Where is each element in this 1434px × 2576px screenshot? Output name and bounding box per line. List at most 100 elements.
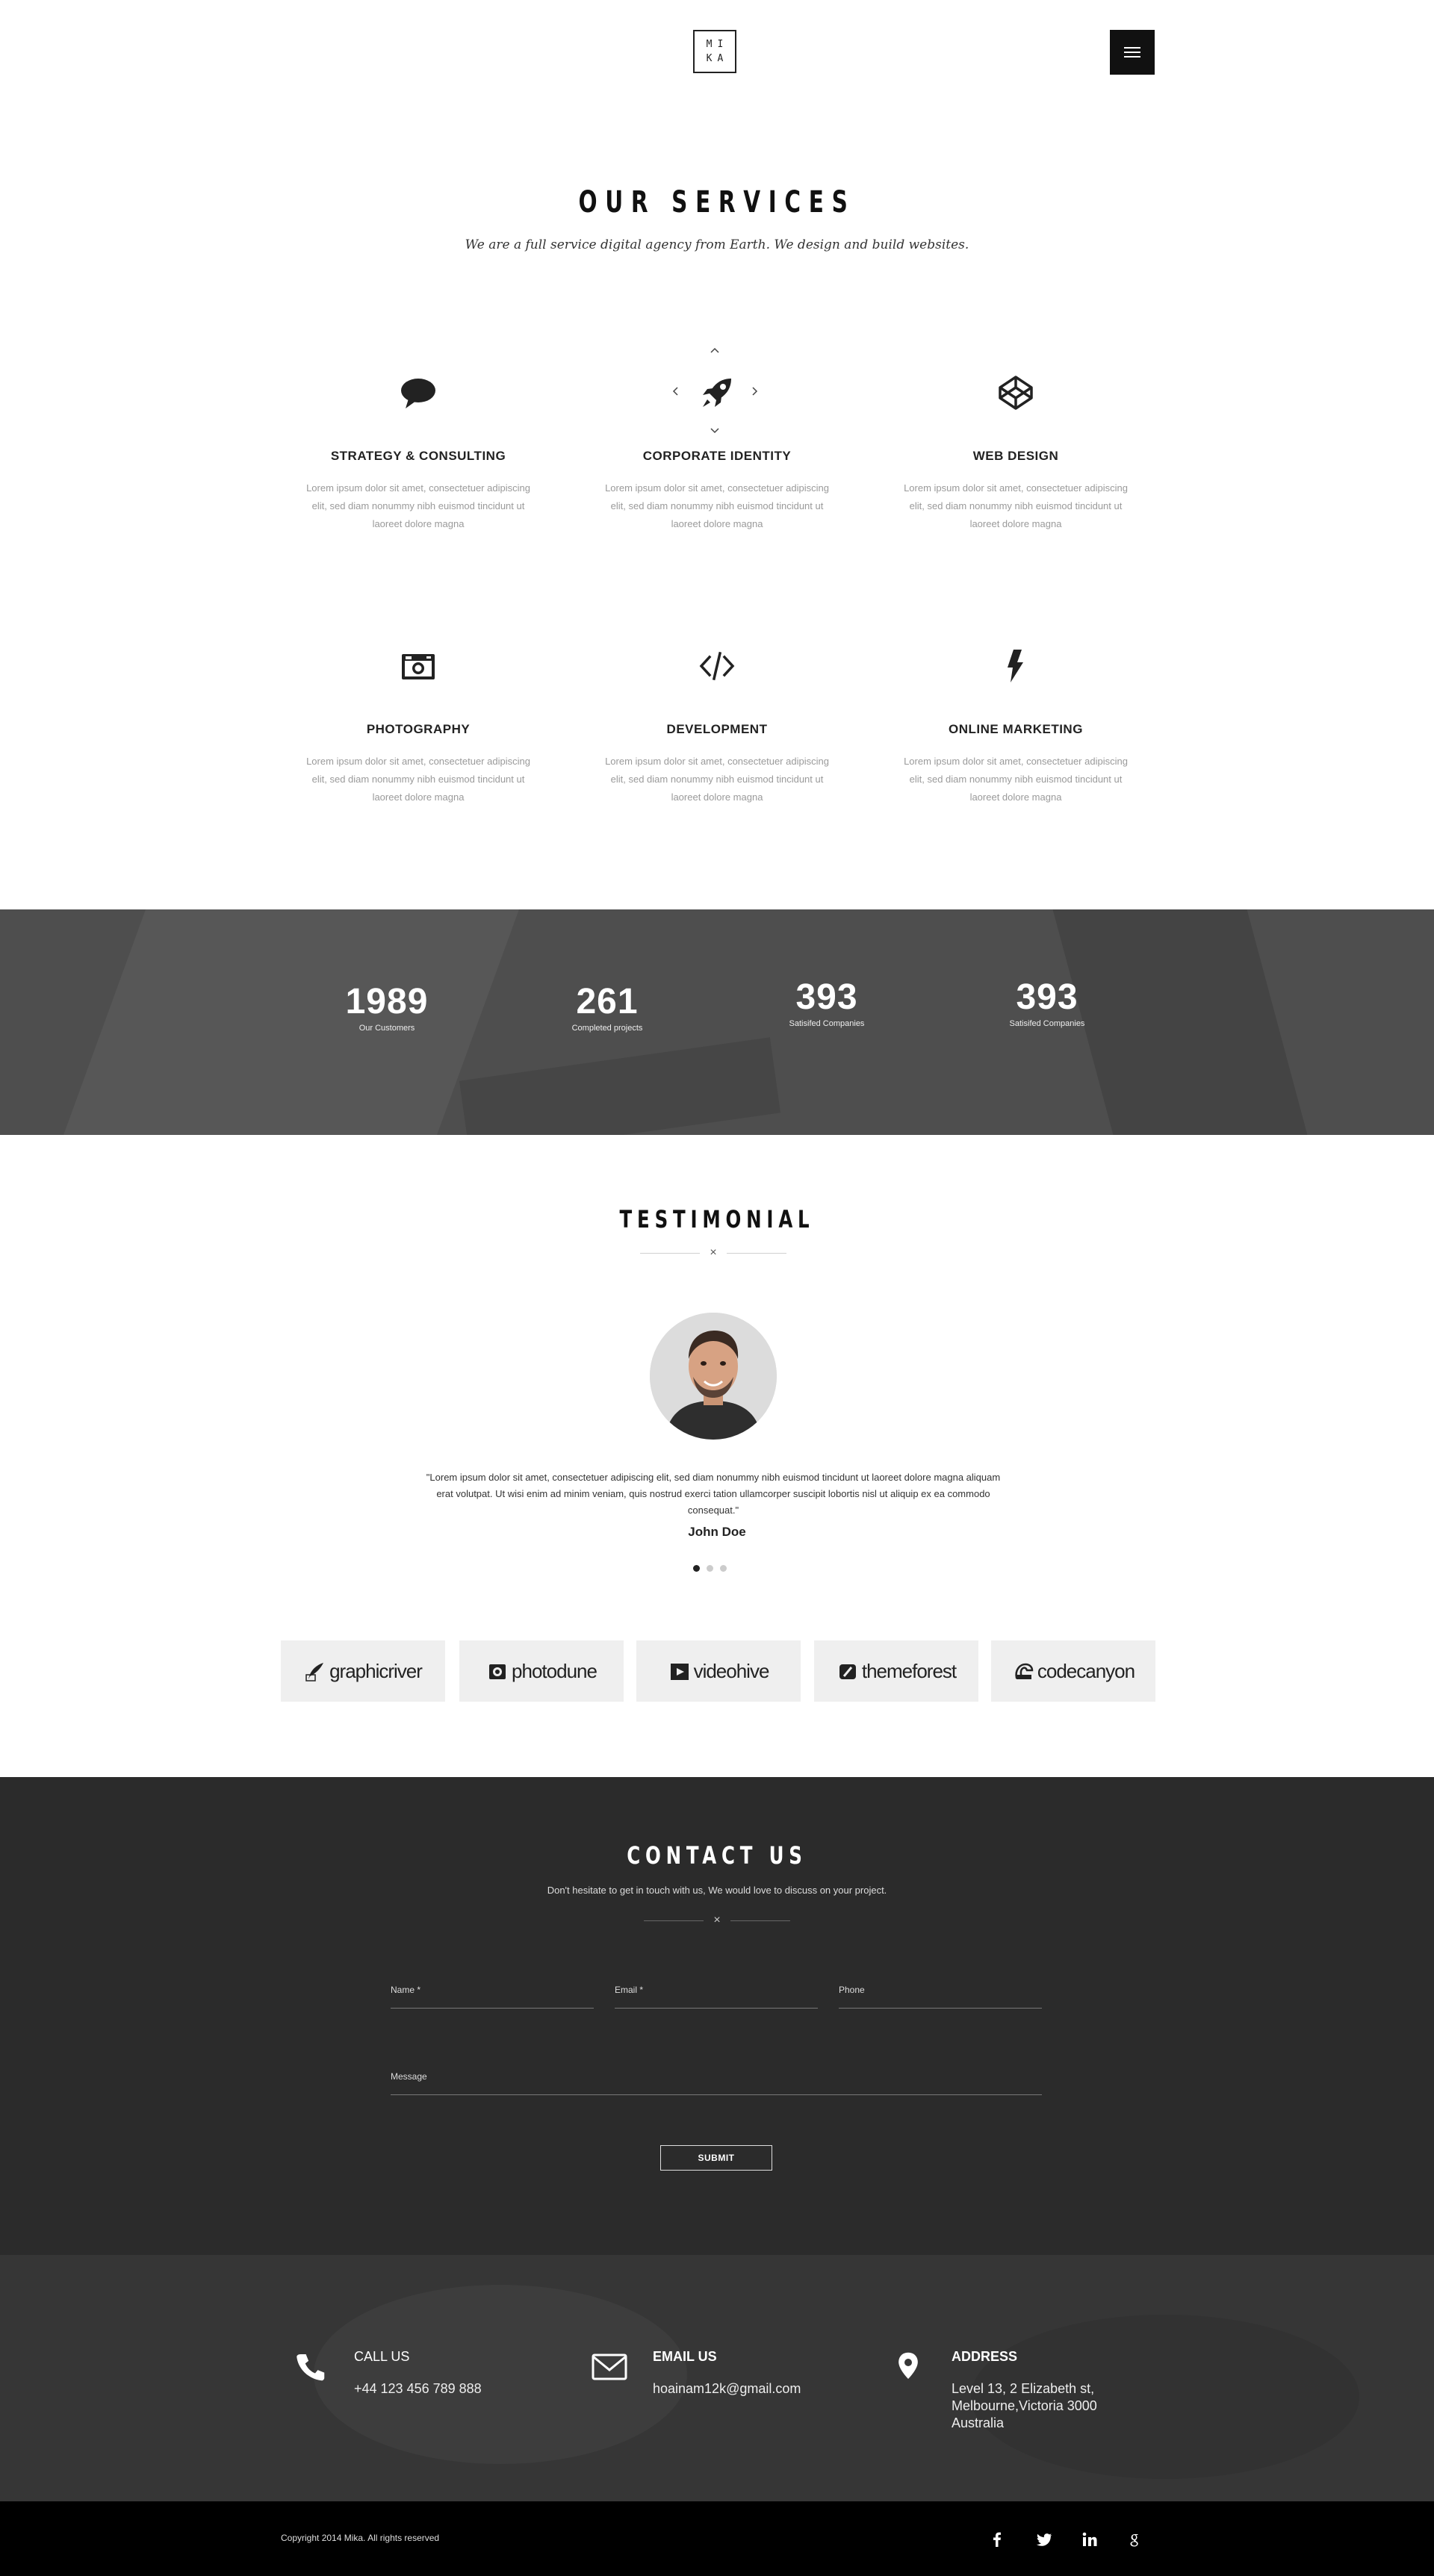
services-subtitle: We are a full service digital agency fro… [465, 237, 969, 252]
chevron-up-icon [710, 347, 719, 353]
service-title: CORPORATE IDENTITY [642, 449, 792, 463]
phone-field[interactable]: Phone [839, 1985, 1042, 2009]
graphicriver-icon [305, 1663, 324, 1681]
address-value: Level 13, 2 Elizabeth st, Melbourne,Vict… [952, 2380, 1097, 2432]
email-title: EMAIL US [653, 2349, 717, 2364]
logo[interactable]: MI KA [693, 30, 736, 73]
client-themeforest[interactable]: themeforest [814, 1640, 978, 1702]
menu-button[interactable] [1110, 30, 1155, 75]
slider-dot-2[interactable] [707, 1565, 713, 1572]
message-field[interactable]: Message [391, 2071, 1042, 2095]
code-icon [695, 644, 739, 688]
map-pin-icon [898, 2352, 918, 2379]
photodune-icon [489, 1664, 506, 1679]
client-graphicriver[interactable]: graphicriver [281, 1640, 445, 1702]
carousel-left-arrow[interactable] [671, 386, 681, 396]
address-line-3: Australia [952, 2415, 1005, 2430]
service-title: ONLINE MARKETING [949, 722, 1083, 736]
client-codecanyon[interactable]: codecanyon [991, 1640, 1155, 1702]
service-text: Lorem ipsum dolor sit amet, consectetuer… [605, 756, 829, 803]
slider-dots [693, 1565, 727, 1572]
stat-label: Satisifed Companies [1009, 1019, 1085, 1028]
linkedin-icon [1082, 2532, 1097, 2546]
contact-title: CONTACT US [627, 1841, 807, 1870]
client-photodune[interactable]: photodune [459, 1640, 624, 1702]
videohive-icon [670, 1664, 689, 1680]
carousel-right-arrow[interactable] [749, 386, 760, 396]
email-label: Email * [615, 1985, 644, 1995]
contact-subtitle: Don't hesitate to get in touch with us, … [547, 1885, 887, 1896]
phone-label: Phone [839, 1985, 865, 1995]
stat-companies: 393 Satisifed Companies [752, 977, 901, 1028]
client-name: photodune [512, 1659, 598, 1682]
stat-value: 1989 [345, 982, 429, 1021]
stat-label: Completed projects [571, 1024, 643, 1033]
client-videohive[interactable]: videohive [636, 1640, 801, 1702]
carousel-up-arrow[interactable] [710, 346, 720, 356]
avatar [650, 1313, 777, 1440]
chevron-down-icon [710, 428, 719, 434]
carousel-down-arrow[interactable] [710, 425, 720, 435]
testimonial-quote: "Lorem ipsum dolor sit amet, consectetue… [426, 1472, 1001, 1516]
phone-icon [297, 2354, 325, 2381]
email-value[interactable]: hoainam12k@gmail.com [653, 2380, 801, 2398]
stat-customers: 1989 Our Customers [312, 981, 462, 1033]
service-text: Lorem ipsum dolor sit amet, consectetuer… [904, 756, 1128, 803]
call-value[interactable]: +44 123 456 789 888 [354, 2380, 482, 2398]
contact-divider: × [644, 1913, 790, 1928]
codecanyon-icon [1015, 1663, 1034, 1679]
logo-line-1: MI [706, 39, 729, 50]
twitter-icon [1036, 2533, 1052, 2546]
footer: Copyright 2014 Mika. All rights reserved [0, 2501, 1434, 2576]
testimonial-divider: × [640, 1245, 786, 1260]
stat-value: 393 [795, 977, 858, 1017]
logo-line-2: KA [706, 53, 729, 64]
stat-projects: 261 Completed projects [533, 981, 682, 1033]
close-icon: × [713, 1914, 721, 1926]
email-field[interactable]: Email * [615, 1985, 818, 2009]
stat-label: Our Customers [358, 1024, 415, 1033]
submit-button[interactable]: SUBMIT [660, 2145, 772, 2171]
header: MI KA [0, 0, 1434, 105]
client-name: graphicriver [329, 1659, 423, 1682]
message-label: Message [391, 2071, 427, 2082]
stat-value: 393 [1016, 977, 1078, 1017]
stat-label: Satisifed Companies [789, 1019, 865, 1028]
address-line-2: Melbourne,Victoria 3000 [952, 2398, 1097, 2413]
slider-dot-3[interactable] [720, 1565, 727, 1572]
services-title: OUR SERVICES [578, 185, 856, 220]
copyright: Copyright 2014 Mika. All rights reserved [281, 2533, 440, 2543]
google-plus-icon [1130, 2534, 1138, 2547]
service-text: Lorem ipsum dolor sit amet, consectetuer… [904, 482, 1128, 529]
lightning-icon [993, 644, 1038, 688]
themeforest-icon [839, 1664, 856, 1679]
stat-value: 261 [576, 982, 639, 1021]
service-title: WEB DESIGN [972, 449, 1059, 463]
hamburger-icon [1124, 47, 1140, 57]
facebook-link[interactable] [987, 2530, 1007, 2549]
codepen-icon [993, 370, 1038, 415]
camera-icon [396, 644, 441, 688]
close-icon: × [710, 1246, 717, 1259]
name-label: Name * [391, 1985, 421, 1995]
service-title: DEVELOPMENT [666, 722, 768, 736]
chevron-right-icon [752, 387, 758, 396]
service-title: PHOTOGRAPHY [366, 722, 471, 736]
facebook-icon [993, 2532, 1001, 2547]
contact-info-band: CALL US +44 123 456 789 888 EMAIL US hoa… [0, 2255, 1434, 2501]
slider-dot-1[interactable] [693, 1565, 700, 1572]
twitter-link[interactable] [1034, 2530, 1054, 2549]
stats-band: 1989 Our Customers 261 Completed project… [0, 909, 1434, 1135]
address-title: ADDRESS [952, 2349, 1018, 2364]
service-text: Lorem ipsum dolor sit amet, consectetuer… [306, 756, 530, 803]
name-field[interactable]: Name * [391, 1985, 594, 2009]
address-line-1: Level 13, 2 Elizabeth st, [952, 2381, 1095, 2396]
client-name: themeforest [861, 1659, 957, 1682]
service-text: Lorem ipsum dolor sit amet, consectetuer… [306, 482, 530, 529]
rocket-icon [695, 370, 739, 415]
google-plus-link[interactable] [1125, 2530, 1144, 2549]
speech-bubble-icon [396, 370, 441, 415]
service-title: STRATEGY & CONSULTING [330, 449, 506, 463]
call-title: CALL US [354, 2349, 410, 2364]
linkedin-link[interactable] [1080, 2530, 1099, 2549]
